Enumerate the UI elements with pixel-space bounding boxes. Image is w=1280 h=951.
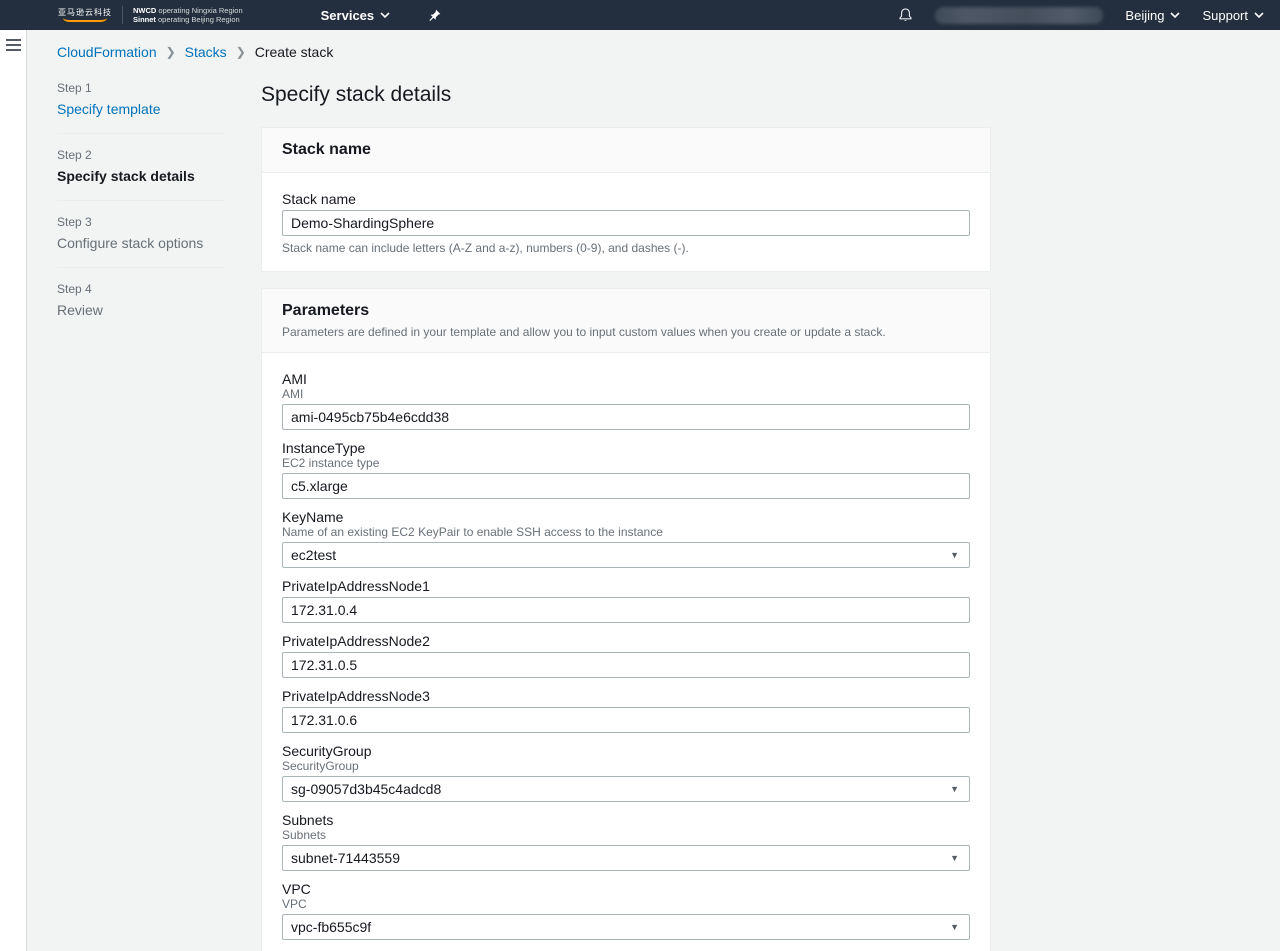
param-description: EC2 instance type [282,456,970,470]
instance-type-input[interactable] [282,473,970,499]
chevron-down-icon [1170,12,1180,18]
private-ip-node1-input[interactable] [282,597,970,623]
stack-name-card-title: Stack name [282,141,970,159]
param-name: Subnets [282,812,970,828]
param-name: VPC [282,881,970,897]
param-name: SecurityGroup [282,743,970,759]
dropdown-caret-icon: ▼ [950,550,959,560]
param-name: PrivateIpAddressNode3 [282,688,970,704]
subnets-select[interactable]: subnet-71443559 ▼ [282,845,970,871]
aws-smile-icon [63,18,106,22]
services-label: Services [321,8,375,23]
hamburger-menu-icon[interactable] [6,39,21,51]
breadcrumb-cloudformation[interactable]: CloudFormation [57,44,157,60]
step-2-number: Step 2 [57,148,225,162]
parameters-card-subtitle: Parameters are defined in your template … [282,325,970,339]
region-selector[interactable]: Beijing [1125,8,1180,23]
support-label: Support [1202,8,1248,23]
breadcrumb-create-stack: Create stack [255,44,334,60]
stack-name-label: Stack name [282,191,970,207]
wizard-steps-nav: Step 1 Specify template Step 2 Specify s… [57,81,225,951]
security-group-select-value: sg-09057d3b45c4adcd8 [291,781,441,797]
vpc-select[interactable]: vpc-fb655c9f ▼ [282,914,970,940]
chevron-down-icon [380,12,390,18]
stack-name-card: Stack name Stack name Stack name can inc… [261,127,991,272]
chevron-down-icon [1254,12,1264,18]
notifications-bell-icon[interactable] [898,7,913,23]
aws-logo-text: 亚马逊云科技 [58,8,112,17]
param-name: AMI [282,371,970,387]
param-name: PrivateIpAddressNode1 [282,578,970,594]
step-3-label: Configure stack options [57,235,225,251]
step-1-number: Step 1 [57,81,225,95]
param-field-securitygroup: SecurityGroup SecurityGroup sg-09057d3b4… [282,743,970,802]
dropdown-caret-icon: ▼ [950,784,959,794]
step-2: Step 2 Specify stack details [57,133,225,200]
step-1: Step 1 Specify template [57,81,225,133]
breadcrumb: CloudFormation ❯ Stacks ❯ Create stack [57,44,1280,60]
pushpin-icon [428,9,441,22]
parameters-card-title: Parameters [282,302,970,320]
region-label: Beijing [1125,8,1164,23]
operator-region-note: NWCD operating Ningxia Region Sinnet ope… [133,6,243,24]
vpc-select-value: vpc-fb655c9f [291,919,371,935]
param-name: PrivateIpAddressNode2 [282,633,970,649]
breadcrumb-separator-icon: ❯ [236,45,246,59]
dropdown-caret-icon: ▼ [950,922,959,932]
stack-name-hint: Stack name can include letters (A-Z and … [282,241,970,255]
param-description: SecurityGroup [282,759,970,773]
param-name: KeyName [282,509,970,525]
services-menu[interactable]: Services [321,8,391,23]
aws-china-logo[interactable]: 亚马逊云科技 [58,8,112,22]
dropdown-caret-icon: ▼ [950,853,959,863]
page-title: Specify stack details [261,83,991,107]
param-field-vpc: VPC VPC vpc-fb655c9f ▼ [282,881,970,940]
breadcrumb-stacks[interactable]: Stacks [185,44,227,60]
topnav-right: Beijing Support [898,7,1264,24]
parameters-card: Parameters Parameters are defined in you… [261,288,991,951]
param-field-privateip-node2: PrivateIpAddressNode2 [282,633,970,678]
step-2-label: Specify stack details [57,168,225,184]
parameters-card-header: Parameters Parameters are defined in you… [262,289,990,353]
keyname-select-value: ec2test [291,547,336,563]
param-field-instancetype: InstanceType EC2 instance type [282,440,970,499]
keyname-select[interactable]: ec2test ▼ [282,542,970,568]
step-3-number: Step 3 [57,215,225,229]
param-field-privateip-node1: PrivateIpAddressNode1 [282,578,970,623]
param-field-privateip-node3: PrivateIpAddressNode3 [282,688,970,733]
main-column: Specify stack details Stack name Stack n… [261,81,991,951]
param-field-ami: AMI AMI [282,371,970,430]
private-ip-node3-input[interactable] [282,707,970,733]
subnets-select-value: subnet-71443559 [291,850,400,866]
top-navigation-bar: 亚马逊云科技 NWCD operating Ningxia Region Sin… [0,0,1280,30]
step-4: Step 4 Review [57,267,225,334]
param-field-keyname: KeyName Name of an existing EC2 KeyPair … [282,509,970,568]
stack-name-input[interactable] [282,210,970,236]
step-3: Step 3 Configure stack options [57,200,225,267]
aws-brand: 亚马逊云科技 NWCD operating Ningxia Region Sin… [58,6,243,24]
support-menu[interactable]: Support [1202,8,1264,23]
param-description: AMI [282,387,970,401]
side-rail [0,30,27,951]
security-group-select[interactable]: sg-09057d3b45c4adcd8 ▼ [282,776,970,802]
param-name: InstanceType [282,440,970,456]
step-1-link[interactable]: Specify template [57,101,225,117]
content-area: CloudFormation ❯ Stacks ❯ Create stack S… [27,30,1280,951]
page-frame: CloudFormation ❯ Stacks ❯ Create stack S… [0,30,1280,951]
param-description: Subnets [282,828,970,842]
ami-input[interactable] [282,404,970,430]
step-4-number: Step 4 [57,282,225,296]
param-description: Name of an existing EC2 KeyPair to enabl… [282,525,970,539]
favorites-pin-button[interactable] [428,9,441,22]
brand-divider [122,6,123,24]
breadcrumb-separator-icon: ❯ [166,45,176,59]
private-ip-node2-input[interactable] [282,652,970,678]
stack-name-card-header: Stack name [262,128,990,173]
param-description: VPC [282,897,970,911]
step-4-label: Review [57,302,225,318]
redacted-account-name[interactable] [935,7,1103,24]
param-field-subnets: Subnets Subnets subnet-71443559 ▼ [282,812,970,871]
